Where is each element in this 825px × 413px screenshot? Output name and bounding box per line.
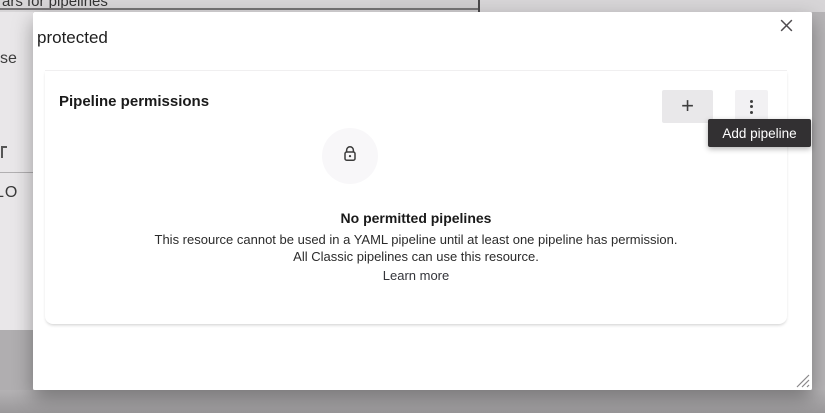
kebab-menu-icon (750, 100, 753, 114)
background-fragment-arrow (1, 146, 7, 158)
permissions-card: Pipeline permissions + Add pipeline (45, 70, 787, 324)
lock-icon (340, 144, 360, 169)
background-bottom-strip (0, 390, 825, 413)
background-vertical-divider (478, 0, 480, 12)
dialog-title: protected (37, 28, 108, 48)
empty-state-line-1: This resource cannot be used in a YAML p… (45, 231, 787, 248)
add-pipeline-tooltip: Add pipeline (708, 119, 811, 147)
background-horizontal-rule (0, 8, 478, 10)
empty-state: No permitted pipelines This resource can… (45, 210, 787, 285)
section-heading: Pipeline permissions (59, 93, 209, 110)
background-left-bottom (0, 330, 33, 390)
background-header-block (380, 0, 478, 12)
empty-state-line-2: All Classic pipelines can use this resou… (45, 248, 787, 265)
pipeline-permissions-dialog: protected Pipeline permissions + Add pip… (33, 12, 812, 390)
empty-state-illustration (322, 128, 378, 184)
background-left-divider (0, 172, 33, 173)
background-fragment-lo: LO (0, 184, 18, 202)
learn-more-link[interactable]: Learn more (383, 268, 449, 283)
background-fragment-se: se (0, 50, 17, 68)
background-left-strip: se LO (0, 12, 33, 330)
empty-state-title: No permitted pipelines (45, 210, 787, 226)
screen: ars for pipelines se LO protected Pipeli… (0, 0, 825, 413)
background-top-strip: ars for pipelines (0, 0, 825, 12)
close-x-icon (779, 18, 794, 36)
close-button[interactable] (774, 15, 798, 39)
plus-icon: + (681, 95, 694, 117)
resize-grip-icon[interactable] (796, 374, 810, 388)
background-right-strip (812, 12, 825, 390)
add-pipeline-button[interactable]: + (662, 90, 713, 123)
